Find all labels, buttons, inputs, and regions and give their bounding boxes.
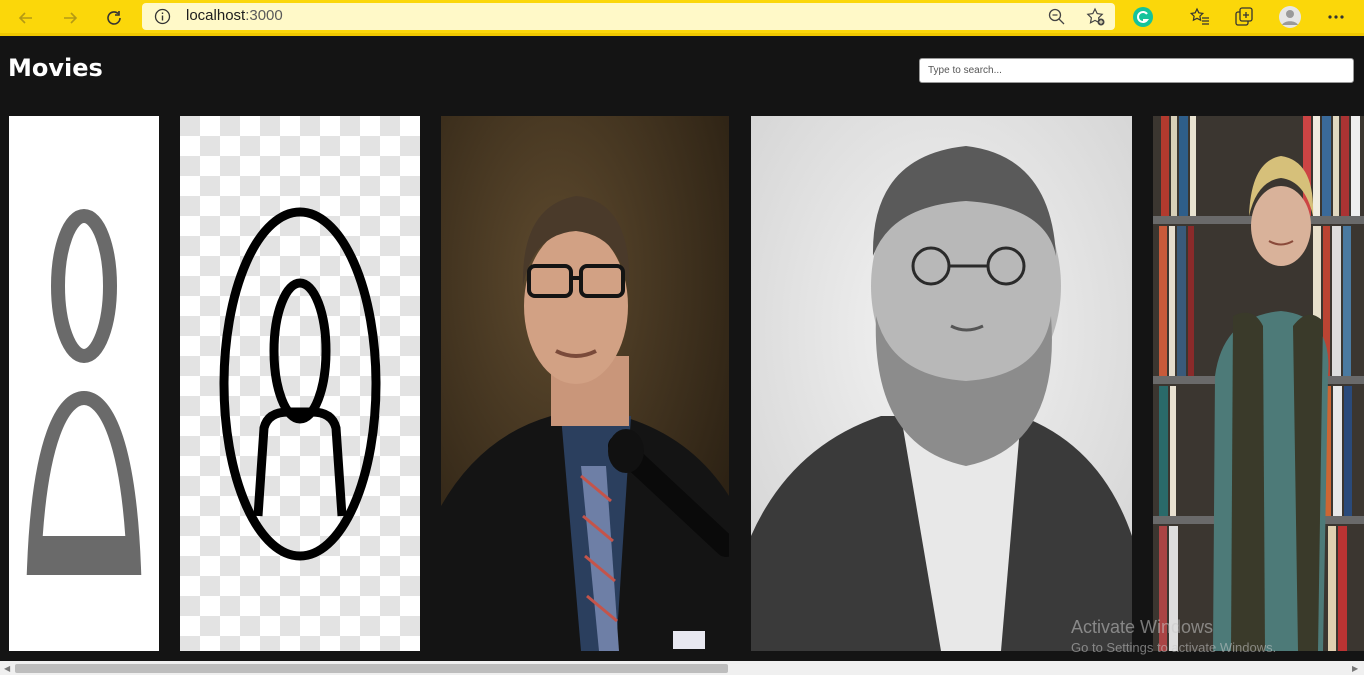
browser-toolbar: localhost:3000 [0,0,1364,36]
zoom-out-icon[interactable] [1048,8,1065,25]
person-circle-icon [180,116,420,651]
windows-activation-watermark: Activate Windows Go to Settings to activ… [1071,617,1276,655]
more-icon[interactable] [1325,6,1347,28]
address-bar[interactable]: localhost:3000 [142,3,1115,30]
info-icon[interactable] [154,8,171,25]
poster-generic-person[interactable] [9,116,159,651]
search-input[interactable] [919,58,1354,83]
photo-man-with-glasses [441,116,729,651]
photo-bearded-man [751,116,1132,651]
scroll-right-icon[interactable]: ▶ [1352,664,1358,673]
add-favorite-icon[interactable] [1086,7,1106,27]
watermark-line-2: Go to Settings to activate Windows. [1071,640,1277,655]
profile-icon[interactable] [1278,5,1302,29]
scroll-left-icon[interactable]: ◀ [4,664,10,673]
watermark-line-1: Activate Windows [1071,617,1214,637]
url-text[interactable]: localhost:3000 [186,7,283,24]
grammarly-icon[interactable] [1132,6,1154,28]
page-title: Movies [8,54,103,82]
back-arrow-icon[interactable] [12,4,40,32]
poster-person-circle[interactable] [180,116,420,651]
person-silhouette-icon [26,209,142,575]
collections-icon[interactable] [1233,6,1255,28]
forward-arrow-icon[interactable] [56,4,84,32]
poster-bearded-man[interactable] [751,116,1132,651]
scrollbar-thumb[interactable] [15,664,728,673]
refresh-icon[interactable] [100,4,128,32]
poster-man-microphone[interactable] [441,116,729,651]
photo-woman-bookshelves [1153,116,1364,651]
poster-woman-bookshelves[interactable] [1153,116,1364,651]
horizontal-scrollbar[interactable]: ◀ ▶ [0,661,1364,675]
favorites-icon[interactable] [1189,6,1211,28]
